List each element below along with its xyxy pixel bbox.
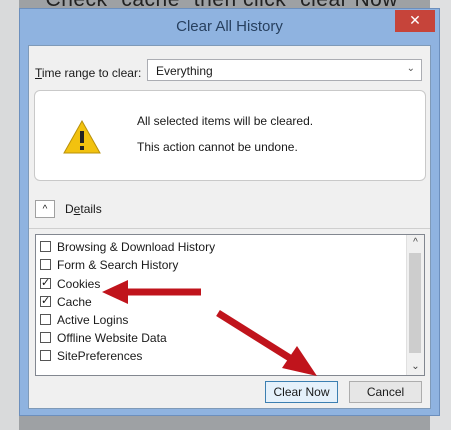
- checkbox[interactable]: [40, 332, 51, 343]
- history-items-list: Browsing & Download History Form & Searc…: [35, 234, 425, 376]
- details-label: Details: [65, 202, 102, 216]
- checkbox[interactable]: [40, 314, 51, 325]
- time-range-select[interactable]: Everything ⌄: [147, 59, 422, 81]
- dialog-body: Time range to clear: Everything ⌄ All se…: [28, 45, 431, 409]
- list-item-label: Offline Website Data: [57, 331, 167, 345]
- list-item-label: Active Logins: [57, 313, 129, 327]
- warning-icon: [63, 120, 101, 154]
- list-item-label: Cookies: [57, 277, 101, 291]
- checkbox[interactable]: ✓: [40, 278, 51, 289]
- dialog-title: Clear All History: [176, 18, 283, 35]
- cancel-button[interactable]: Cancel: [349, 381, 422, 403]
- list-item-label: Form & Search History: [57, 258, 179, 272]
- background-left: [0, 0, 19, 430]
- list-item-label: SitePreferences: [57, 349, 143, 363]
- scroll-thumb[interactable]: [409, 253, 421, 353]
- scroll-up-icon[interactable]: ^: [407, 235, 424, 251]
- list-item-label: Browsing & Download History: [57, 240, 216, 254]
- checkbox[interactable]: ✓: [40, 296, 51, 307]
- warning-panel: All selected items will be cleared. This…: [34, 90, 426, 181]
- checkbox[interactable]: [40, 350, 51, 361]
- chevron-up-icon: ^: [42, 204, 48, 215]
- close-button[interactable]: ✕: [395, 10, 435, 32]
- divider: [29, 228, 430, 229]
- list-scrollbar[interactable]: ^ ⌄: [406, 235, 424, 375]
- checkbox[interactable]: [40, 259, 51, 270]
- warning-line-2: This action cannot be undone.: [137, 140, 298, 154]
- time-range-label: Time range to clear:: [35, 66, 142, 80]
- list-item-label: Cache: [57, 295, 92, 309]
- scroll-down-icon[interactable]: ⌄: [407, 359, 424, 375]
- details-toggle-button[interactable]: ^: [35, 200, 55, 218]
- warning-line-1: All selected items will be cleared.: [137, 114, 314, 128]
- checkbox[interactable]: [40, 241, 51, 252]
- clear-history-dialog: Clear All History ✕ Time range to clear:…: [19, 8, 440, 416]
- close-icon: ✕: [409, 12, 421, 28]
- time-range-value: Everything: [156, 64, 213, 78]
- clear-now-button[interactable]: Clear Now: [265, 381, 338, 403]
- title-bar[interactable]: Clear All History ✕: [20, 9, 439, 45]
- chevron-down-icon: ⌄: [406, 63, 415, 74]
